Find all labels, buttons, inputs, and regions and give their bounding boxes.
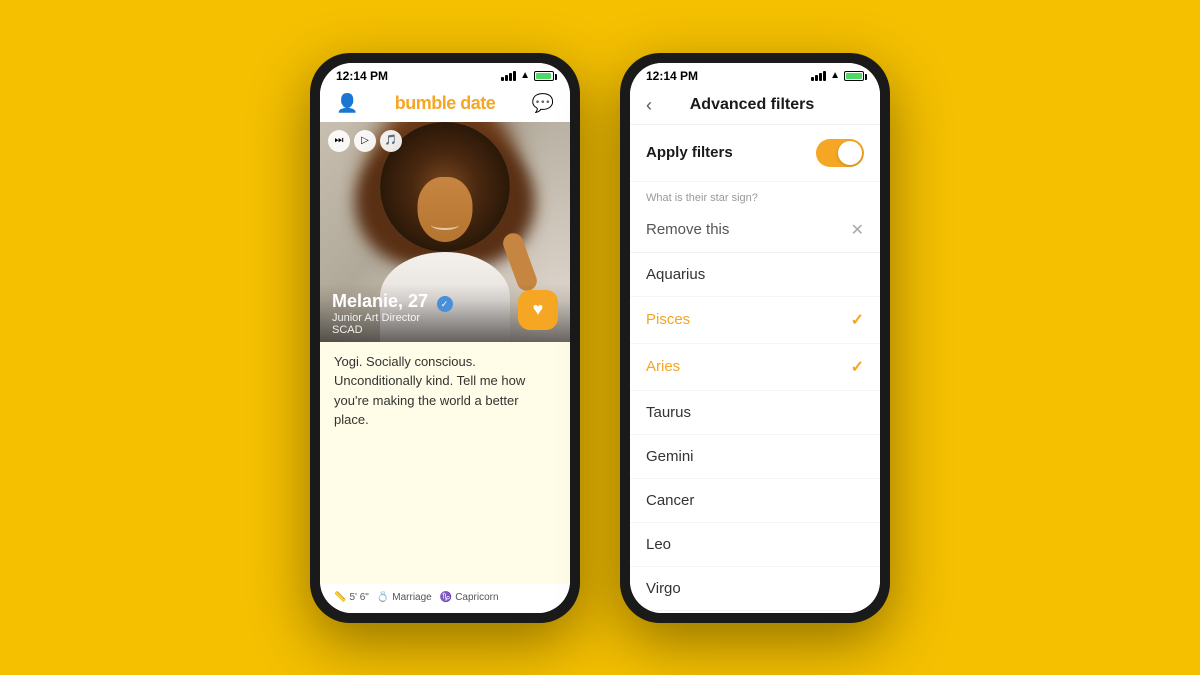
signal-bars-right: [811, 71, 826, 81]
star-sign-sublabel: What is their star sign?: [630, 182, 880, 208]
sign-name: Aquarius: [646, 266, 705, 283]
remove-x-icon[interactable]: ✕: [851, 220, 864, 240]
heart-button[interactable]: ♥: [518, 290, 558, 330]
star-sign-section: What is their star sign? Remove this ✕ A…: [630, 182, 880, 613]
time-left: 12:14 PM: [336, 69, 388, 83]
status-icons-right: ▲: [811, 70, 864, 81]
sign-name: Pisces: [646, 311, 690, 328]
apply-filters-toggle[interactable]: [816, 139, 864, 167]
check-icon: ✓: [851, 310, 864, 330]
profile-bio: Yogi. Socially conscious. Unconditionall…: [320, 342, 570, 584]
tag-capricorn-label: Capricorn: [455, 592, 498, 603]
sign-item-cancer[interactable]: Cancer: [630, 479, 880, 523]
profile-name: Melanie, 27: [332, 291, 428, 311]
wifi-icon: ▲: [520, 70, 530, 81]
chat-icon[interactable]: 💬: [532, 93, 554, 114]
remove-this-row[interactable]: Remove this ✕: [630, 208, 880, 253]
media-badge-1[interactable]: ⏭: [328, 130, 350, 152]
sign-item-leo[interactable]: Leo: [630, 523, 880, 567]
bumble-logo: bumble date: [395, 93, 496, 114]
toggle-knob: [838, 141, 862, 165]
tag-marriage: 💍 Marriage: [377, 592, 432, 603]
sign-list: Aquarius Pisces ✓ Aries ✓ Taurus Gemini: [630, 253, 880, 613]
tag-capricorn: ♑ Capricorn: [440, 592, 499, 603]
right-phone: 12:14 PM ▲ ‹ Advanced filters Apply f: [620, 53, 890, 623]
signal-bars: [501, 71, 516, 81]
capricorn-icon: ♑: [440, 592, 452, 603]
media-badge-3[interactable]: 🎵: [380, 130, 402, 152]
filter-title: Advanced filters: [664, 96, 840, 114]
sign-name: Gemini: [646, 448, 694, 465]
status-bar-right: 12:14 PM ▲: [630, 63, 880, 87]
sign-item-pisces[interactable]: Pisces ✓: [630, 297, 880, 344]
check-icon: ✓: [851, 357, 864, 377]
tag-marriage-label: Marriage: [392, 592, 431, 603]
sign-item-aries[interactable]: Aries ✓: [630, 344, 880, 391]
status-icons-left: ▲: [501, 70, 554, 81]
sign-item-virgo[interactable]: Virgo: [630, 567, 880, 611]
verified-badge: ✓: [437, 296, 453, 312]
profile-photo-wrapper: ⏭ ▷ 🎵 Melanie, 27 ✓ Junior Art Director …: [320, 122, 570, 342]
battery-icon-right: [844, 71, 864, 81]
left-phone: 12:14 PM ▲ 👤 bumble date 💬: [310, 53, 580, 623]
sign-item-libra[interactable]: Libra: [630, 611, 880, 613]
time-right: 12:14 PM: [646, 69, 698, 83]
sign-name: Cancer: [646, 492, 694, 509]
app-header: 👤 bumble date 💬: [320, 87, 570, 122]
sign-item-gemini[interactable]: Gemini: [630, 435, 880, 479]
battery-icon: [534, 71, 554, 81]
sign-item-taurus[interactable]: Taurus: [630, 391, 880, 435]
media-badge-2[interactable]: ▷: [354, 130, 376, 152]
ruler-icon: 📏: [334, 592, 346, 603]
ring-icon: 💍: [377, 592, 389, 603]
status-bar-left: 12:14 PM ▲: [320, 63, 570, 87]
tag-height: 📏 5' 6": [334, 592, 369, 603]
profile-icon[interactable]: 👤: [336, 93, 358, 114]
media-badges: ⏭ ▷ 🎵: [328, 130, 402, 152]
filter-header: ‹ Advanced filters: [630, 87, 880, 125]
remove-this-label: Remove this: [646, 221, 729, 238]
sign-name: Virgo: [646, 580, 681, 597]
tag-height-label: 5' 6": [349, 592, 368, 603]
apply-filters-row: Apply filters: [630, 125, 880, 182]
heart-icon: ♥: [533, 299, 544, 320]
wifi-icon-right: ▲: [830, 70, 840, 81]
sign-name: Taurus: [646, 404, 691, 421]
sign-item-aquarius[interactable]: Aquarius: [630, 253, 880, 297]
profile-tags: 📏 5' 6" 💍 Marriage ♑ Capricorn: [320, 584, 570, 613]
sign-name: Aries: [646, 358, 680, 375]
sign-name: Leo: [646, 536, 671, 553]
back-button[interactable]: ‹: [646, 95, 652, 116]
apply-filters-label: Apply filters: [646, 144, 733, 161]
